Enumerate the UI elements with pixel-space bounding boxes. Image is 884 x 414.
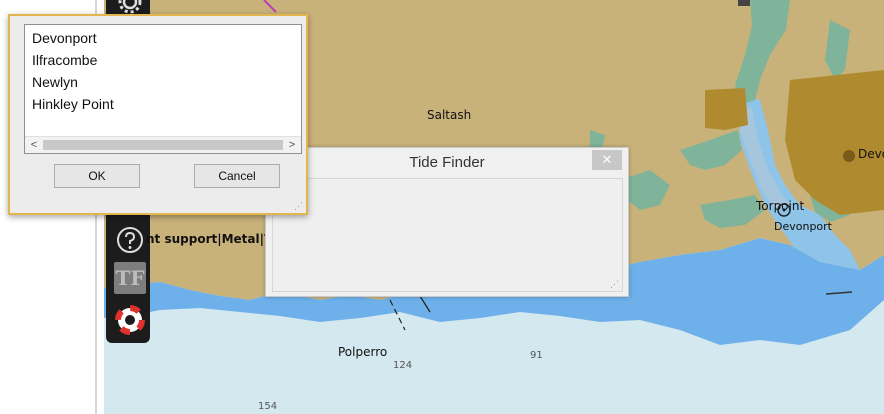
list-item[interactable]: Ilfracombe — [32, 52, 97, 68]
horizontal-scrollbar[interactable]: < > — [25, 136, 301, 153]
list-item[interactable]: Newlyn — [32, 74, 78, 90]
scroll-thumb[interactable] — [43, 140, 283, 150]
tide-finder-icon[interactable]: TF — [114, 262, 146, 294]
resize-grip-icon[interactable]: ⋰ — [294, 202, 303, 211]
scroll-right-icon[interactable]: > — [285, 137, 299, 153]
label-torpoint: Torpoint — [756, 199, 805, 213]
label-polperro: Polperro — [338, 345, 388, 359]
scroll-left-icon[interactable]: < — [27, 137, 41, 153]
label-devonport: Devonport — [774, 220, 832, 233]
label-devon: Devon — [858, 147, 884, 161]
lifebuoy-icon[interactable] — [114, 304, 146, 336]
buoy-marker — [738, 0, 750, 6]
list-item[interactable]: Hinkley Point — [32, 96, 114, 112]
tide-finder-content: ⋰ — [272, 178, 623, 292]
devonport-town-marker — [843, 150, 855, 162]
ok-button[interactable]: OK — [54, 164, 140, 188]
tide-finder-window: Tide Finder ✕ ⋰ — [265, 147, 629, 297]
window-title: Tide Finder — [409, 154, 485, 171]
sounding-124: 124 — [393, 360, 413, 371]
label-saltash: Saltash — [427, 108, 472, 122]
port-select-dialog: Devonport Ilfracombe Newlyn Hinkley Poin… — [8, 14, 308, 215]
sounding-154: 154 — [258, 401, 278, 412]
sounding-91: 91 — [530, 350, 543, 361]
cancel-button[interactable]: Cancel — [194, 164, 280, 188]
support-text: nt support|Metal|Ver — [146, 232, 266, 246]
list-item[interactable]: Devonport — [32, 30, 97, 46]
close-button[interactable]: ✕ — [592, 150, 622, 170]
help-icon[interactable] — [114, 224, 146, 256]
resize-grip-icon[interactable]: ⋰ — [610, 280, 619, 289]
port-listbox[interactable]: Devonport Ilfracombe Newlyn Hinkley Poin… — [24, 24, 302, 154]
tf-icon-label: TF — [115, 266, 145, 290]
built-up-area-1 — [705, 88, 748, 130]
